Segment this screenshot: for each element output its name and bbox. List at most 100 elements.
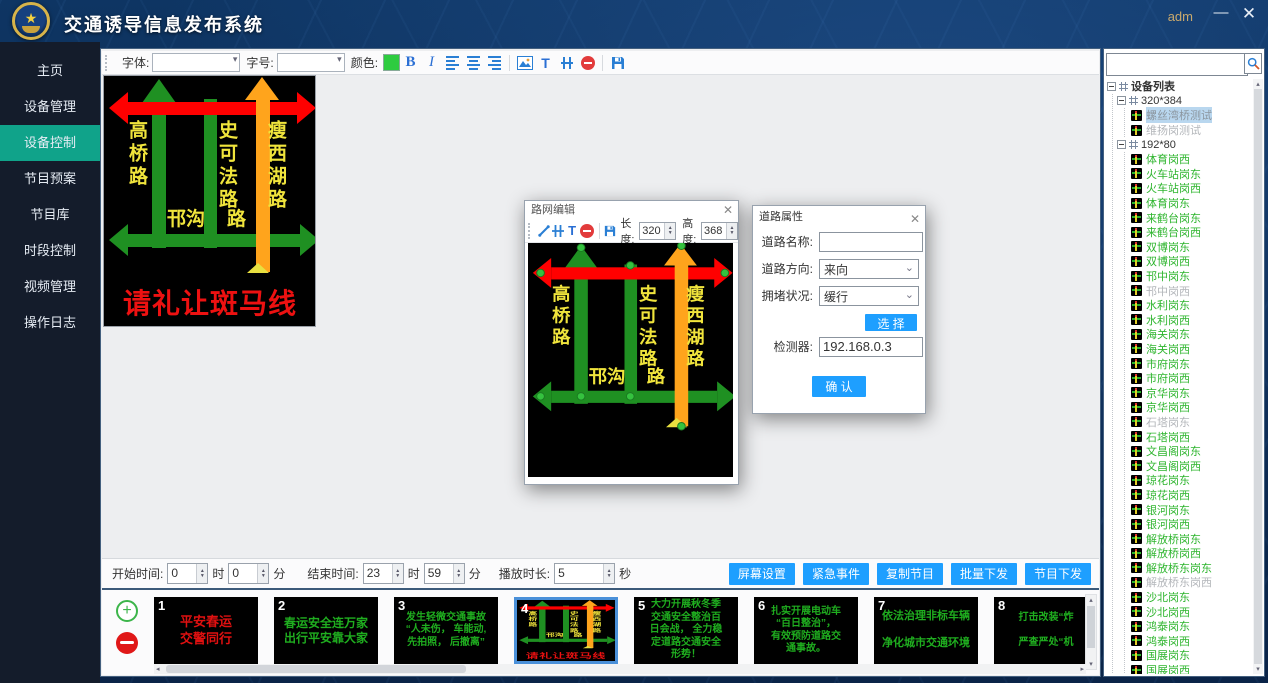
program-thumbnail-2[interactable]: 2春运安全连万家出行平安靠大家 (274, 597, 378, 664)
thumbnails-horizontal-scrollbar[interactable]: ◂▸ (154, 664, 1086, 674)
road-direction-select[interactable]: 来向 (819, 259, 919, 279)
program-thumbnail-8[interactable]: 8打击改装“炸 严查严处“机 (994, 597, 1086, 664)
end-minute-spinner[interactable]: 59▲▼ (424, 563, 465, 584)
action-button-4[interactable]: 节目下发 (1025, 563, 1091, 585)
roadnet-save-icon[interactable] (604, 222, 616, 239)
device-item[interactable]: 螺丝湾桥测试 (1131, 108, 1252, 123)
device-item[interactable]: 国展岗东 (1131, 648, 1252, 663)
font-select[interactable] (152, 53, 240, 72)
roadnet-edit-canvas[interactable]: 高桥路史可法路瘦西湖路邗沟路 (528, 243, 733, 477)
program-thumbnail-7[interactable]: 7依法治理非标车辆 净化城市交通环境 (874, 597, 978, 664)
sidebar-item-0[interactable]: 主页 (0, 53, 100, 89)
sidebar-item-7[interactable]: 操作日志 (0, 305, 100, 341)
bold-icon[interactable]: B (401, 53, 420, 72)
device-item[interactable]: 体育岗西 (1131, 152, 1252, 167)
program-thumbnail-4[interactable]: 4高桥路史可法路瘦西湖路邗沟路请礼让斑马线 (514, 597, 618, 664)
action-button-2[interactable]: 复制节目 (877, 563, 943, 585)
device-item[interactable]: 双博岗西 (1131, 254, 1252, 269)
sidebar-item-2[interactable]: 设备控制 (0, 125, 100, 161)
device-item[interactable]: 京华岗东 (1131, 385, 1252, 400)
device-item[interactable]: 文昌阁岗西 (1131, 458, 1252, 473)
edit-handle[interactable] (721, 269, 730, 277)
save-icon[interactable] (608, 53, 627, 72)
device-search-input[interactable] (1106, 53, 1248, 76)
edit-handle[interactable] (677, 422, 686, 430)
device-tree-root[interactable]: 设备列表 (1107, 79, 1252, 94)
road-name-input[interactable] (819, 232, 923, 252)
sidebar-item-5[interactable]: 时段控制 (0, 233, 100, 269)
device-item[interactable]: 国展岗西 (1131, 663, 1252, 674)
color-swatch[interactable] (383, 54, 400, 71)
roadnet-tool-icon[interactable] (557, 53, 576, 72)
congestion-select[interactable]: 缓行 (819, 286, 919, 306)
device-item[interactable]: 维扬岗测试 (1131, 123, 1252, 138)
add-program-button[interactable]: + (116, 600, 138, 622)
device-group-320*384[interactable]: 320*384 (1117, 94, 1252, 109)
confirm-button[interactable]: 确 认 (812, 376, 866, 397)
device-item[interactable]: 双博岗东 (1131, 240, 1252, 255)
device-item[interactable]: 解放桥岗西 (1131, 546, 1252, 561)
roadnet-text-tool-icon[interactable]: T (566, 222, 577, 239)
device-item[interactable]: 沙北岗西 (1131, 604, 1252, 619)
device-item[interactable]: 石塔岗东 (1131, 415, 1252, 430)
device-item[interactable]: 来鹤台岗西 (1131, 225, 1252, 240)
device-item[interactable]: 水利岗东 (1131, 298, 1252, 313)
collapse-icon[interactable] (1117, 140, 1126, 149)
align-right-icon[interactable] (485, 53, 504, 72)
sidebar-item-3[interactable]: 节目预案 (0, 161, 100, 197)
device-item[interactable]: 沙北岗东 (1131, 590, 1252, 605)
roadnet-toolbar-drag-handle[interactable] (528, 223, 533, 239)
program-thumbnail-3[interactable]: 3发生轻微交通事故“人未伤， 车能动,先拍照， 后撤离” (394, 597, 498, 664)
device-item[interactable]: 市府岗东 (1131, 356, 1252, 371)
crossing-tool-icon[interactable] (552, 222, 564, 239)
height-spinner[interactable]: 368 ▲▼ (701, 222, 738, 240)
device-item[interactable]: 海关岗东 (1131, 327, 1252, 342)
program-thumbnail-6[interactable]: 6扎实开展电动车“百日整治”，有效预防道路交通事故。 (754, 597, 858, 664)
collapse-icon[interactable] (1117, 96, 1126, 105)
edit-handle[interactable] (577, 243, 586, 251)
device-item[interactable]: 水利岗西 (1131, 313, 1252, 328)
spinner-arrows[interactable]: ▲▼ (726, 223, 737, 239)
start-minute-spinner[interactable]: 0▲▼ (228, 563, 269, 584)
device-item[interactable]: 火车站岗西 (1131, 181, 1252, 196)
edit-handle[interactable] (626, 392, 635, 400)
action-button-1[interactable]: 紧急事件 (803, 563, 869, 585)
search-button[interactable] (1244, 53, 1262, 74)
device-item[interactable]: 邗中岗西 (1131, 283, 1252, 298)
device-group-192*80[interactable]: 192*80 (1117, 137, 1252, 152)
edit-handle[interactable] (577, 392, 586, 400)
delete-icon[interactable] (578, 53, 597, 72)
props-dialog-close-icon[interactable]: ✕ (910, 208, 920, 230)
sidebar-item-4[interactable]: 节目库 (0, 197, 100, 233)
italic-icon[interactable]: I (422, 53, 441, 72)
collapse-icon[interactable] (1107, 82, 1116, 91)
minimize-button[interactable]: — (1210, 4, 1232, 21)
sidebar-item-6[interactable]: 视频管理 (0, 269, 100, 305)
device-item[interactable]: 银河岗西 (1131, 517, 1252, 532)
font-size-select[interactable] (277, 53, 345, 72)
device-item[interactable]: 来鹤台岗东 (1131, 210, 1252, 225)
align-center-icon[interactable] (464, 53, 483, 72)
device-panel-scrollbar[interactable]: ▴▾ (1253, 79, 1263, 674)
close-button[interactable]: ✕ (1238, 4, 1260, 24)
action-button-3[interactable]: 批量下发 (951, 563, 1017, 585)
end-hour-spinner[interactable]: 23▲▼ (363, 563, 404, 584)
edit-handle[interactable] (536, 392, 545, 400)
device-item[interactable]: 解放桥岗东 (1131, 531, 1252, 546)
device-item[interactable]: 石塔岗西 (1131, 429, 1252, 444)
device-item[interactable]: 琼花岗东 (1131, 473, 1252, 488)
align-left-icon[interactable] (443, 53, 462, 72)
detector-input[interactable]: 192.168.0.3 (819, 337, 923, 357)
remove-program-button[interactable] (116, 632, 138, 654)
edit-handle[interactable] (626, 261, 635, 269)
duration-spinner[interactable]: 5▲▼ (554, 563, 615, 584)
device-item[interactable]: 鸿泰岗东 (1131, 619, 1252, 634)
program-thumbnail-5[interactable]: 5大力开展秋冬季交通安全整治百日会战， 全力稳定道路交通安全形势！ (634, 597, 738, 664)
text-tool-icon[interactable]: T (536, 53, 555, 72)
roadnet-delete-icon[interactable] (580, 222, 594, 239)
device-item[interactable]: 解放桥东岗西 (1131, 575, 1252, 590)
program-thumbnail-1[interactable]: 1平安春运交警同行 (154, 597, 258, 664)
draw-line-icon[interactable] (538, 222, 550, 239)
device-item[interactable]: 解放桥东岗东 (1131, 561, 1252, 576)
start-hour-spinner[interactable]: 0▲▼ (167, 563, 208, 584)
